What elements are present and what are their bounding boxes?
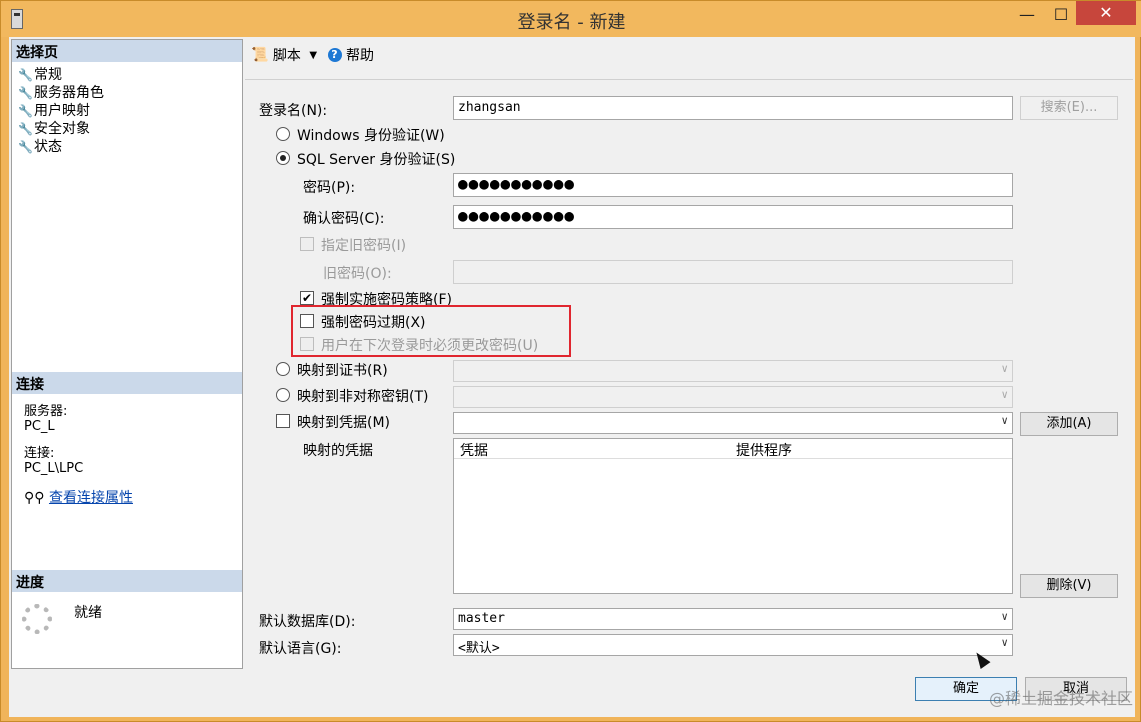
progress-spinner-icon: [22, 604, 52, 634]
login-name-label: 登录名(N):: [259, 103, 328, 119]
map-asym-key-radio[interactable]: [276, 388, 290, 402]
windows-auth-radio[interactable]: [276, 127, 290, 141]
close-button[interactable]: ✕: [1076, 1, 1136, 25]
connection-value: PC_L\LPC: [24, 461, 84, 476]
chevron-down-icon: ∨: [1001, 362, 1008, 375]
help-button[interactable]: 帮助: [346, 45, 374, 65]
progress-status: 就绪: [74, 605, 102, 621]
asym-key-select[interactable]: ∨: [453, 386, 1013, 408]
connection-info: 服务器: PC_L 连接: PC_L\LPC: [24, 404, 83, 476]
default-database-select[interactable]: master ∨: [453, 608, 1013, 630]
chevron-down-icon: ∨: [1001, 414, 1008, 427]
default-language-label: 默认语言(G):: [259, 641, 342, 657]
default-language-select[interactable]: <默认> ∨: [453, 634, 1013, 656]
wrench-icon: 🔧: [18, 122, 33, 136]
wrench-icon: 🔧: [18, 104, 33, 118]
watermark: @稀土掘金技术社区: [989, 689, 1134, 708]
wrench-icon: 🔧: [18, 68, 33, 82]
help-icon[interactable]: ?: [327, 48, 342, 62]
minimize-button[interactable]: —: [1009, 1, 1045, 31]
confirm-password-input[interactable]: ●●●●●●●●●●●: [453, 205, 1013, 229]
page-item-user-mapping[interactable]: 🔧用户映射: [18, 102, 104, 120]
default-database-label: 默认数据库(D):: [259, 614, 356, 630]
server-label: 服务器:: [24, 404, 68, 419]
remove-credential-button[interactable]: 删除(V): [1020, 574, 1118, 598]
grid-col-provider: 提供程序: [736, 443, 792, 459]
sql-auth-radio[interactable]: [276, 151, 290, 165]
confirm-password-label: 确认密码(C):: [303, 211, 385, 227]
pages-header: 选择页: [12, 40, 242, 62]
chevron-down-icon: ∨: [1001, 610, 1008, 623]
password-label: 密码(P):: [303, 180, 356, 196]
add-credential-button[interactable]: 添加(A): [1020, 412, 1118, 436]
server-value: PC_L: [24, 419, 55, 434]
login-new-window: 登录名 - 新建 — ☐ ✕ 选择页 🔧常规 🔧服务器角色 🔧用户映射 🔧安全对…: [0, 0, 1141, 722]
search-button[interactable]: 搜索(E)...: [1020, 96, 1118, 120]
map-credential-checkbox[interactable]: [276, 414, 290, 428]
view-connection-properties-link[interactable]: 查看连接属性: [49, 490, 133, 506]
login-name-input[interactable]: zhangsan: [453, 96, 1013, 120]
general-page: 登录名(N): zhangsan 搜索(E)... Windows 身份验证(W…: [245, 79, 1133, 669]
progress-header: 进度: [12, 570, 242, 592]
map-asym-key-label: 映射到非对称密钥(T): [297, 389, 429, 405]
map-cert-radio[interactable]: [276, 362, 290, 376]
mapped-credentials-grid[interactable]: 凭据 提供程序: [453, 438, 1013, 594]
password-input[interactable]: ●●●●●●●●●●●: [453, 173, 1013, 197]
page-list: 🔧常规 🔧服务器角色 🔧用户映射 🔧安全对象 🔧状态: [18, 66, 104, 156]
connection-header: 连接: [12, 372, 242, 394]
grid-col-credential: 凭据: [460, 443, 488, 459]
script-button[interactable]: 脚本: [273, 45, 301, 65]
old-password-input[interactable]: [453, 260, 1013, 284]
left-pane: 选择页 🔧常规 🔧服务器角色 🔧用户映射 🔧安全对象 🔧状态 连接 服务器: P…: [11, 39, 243, 669]
cert-select[interactable]: ∨: [453, 360, 1013, 382]
connection-icon: ⚲⚲: [24, 490, 45, 506]
page-item-general[interactable]: 🔧常规: [18, 66, 104, 84]
map-credential-label: 映射到凭据(M): [297, 415, 391, 431]
specify-old-password-checkbox[interactable]: [300, 237, 314, 251]
specify-old-password-label: 指定旧密码(I): [321, 238, 407, 254]
dialog-client: 选择页 🔧常规 🔧服务器角色 🔧用户映射 🔧安全对象 🔧状态 连接 服务器: P…: [9, 37, 1135, 717]
chevron-down-icon: ∨: [1001, 636, 1008, 649]
grid-header: 凭据 提供程序: [454, 439, 1012, 459]
page-item-server-roles[interactable]: 🔧服务器角色: [18, 84, 104, 102]
highlight-box: [291, 305, 571, 357]
old-password-label: 旧密码(O):: [323, 266, 392, 282]
wrench-icon: 🔧: [18, 140, 33, 154]
enforce-policy-checkbox[interactable]: ✔: [300, 291, 314, 305]
window-title: 登录名 - 新建: [517, 12, 626, 33]
chevron-down-icon: ∨: [1001, 388, 1008, 401]
view-connection-properties[interactable]: ⚲⚲ 查看连接属性: [24, 487, 133, 507]
maximize-button[interactable]: ☐: [1043, 1, 1079, 31]
windows-auth-label: Windows 身份验证(W): [297, 128, 445, 144]
wrench-icon: 🔧: [18, 86, 33, 100]
script-icon[interactable]: 📜: [251, 47, 268, 63]
page-item-status[interactable]: 🔧状态: [18, 138, 104, 156]
map-cert-label: 映射到证书(R): [297, 363, 388, 379]
credential-select[interactable]: ∨: [453, 412, 1013, 434]
sql-auth-label: SQL Server 身份验证(S): [297, 152, 456, 168]
connection-label: 连接:: [24, 446, 55, 461]
mapped-credentials-label: 映射的凭据: [303, 443, 373, 459]
script-dropdown-icon[interactable]: ▼: [309, 50, 317, 61]
toolbar: 📜 脚本 ▼ ? 帮助: [251, 45, 374, 65]
title-bar[interactable]: 登录名 - 新建 — ☐ ✕: [1, 1, 1141, 37]
page-item-securables[interactable]: 🔧安全对象: [18, 120, 104, 138]
